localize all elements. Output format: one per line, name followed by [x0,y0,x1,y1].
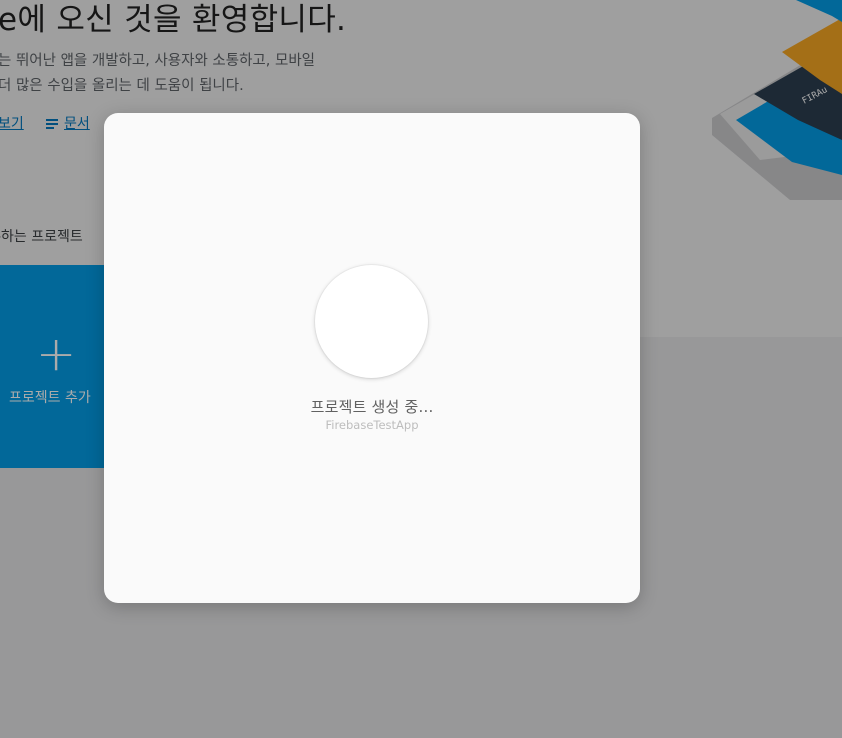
loading-spinner [315,265,428,378]
status-message: 프로젝트 생성 중... [310,398,434,416]
creating-project-dialog: 프로젝트 생성 중... FirebaseTestApp [104,113,640,603]
project-name: FirebaseTestApp [325,418,419,432]
